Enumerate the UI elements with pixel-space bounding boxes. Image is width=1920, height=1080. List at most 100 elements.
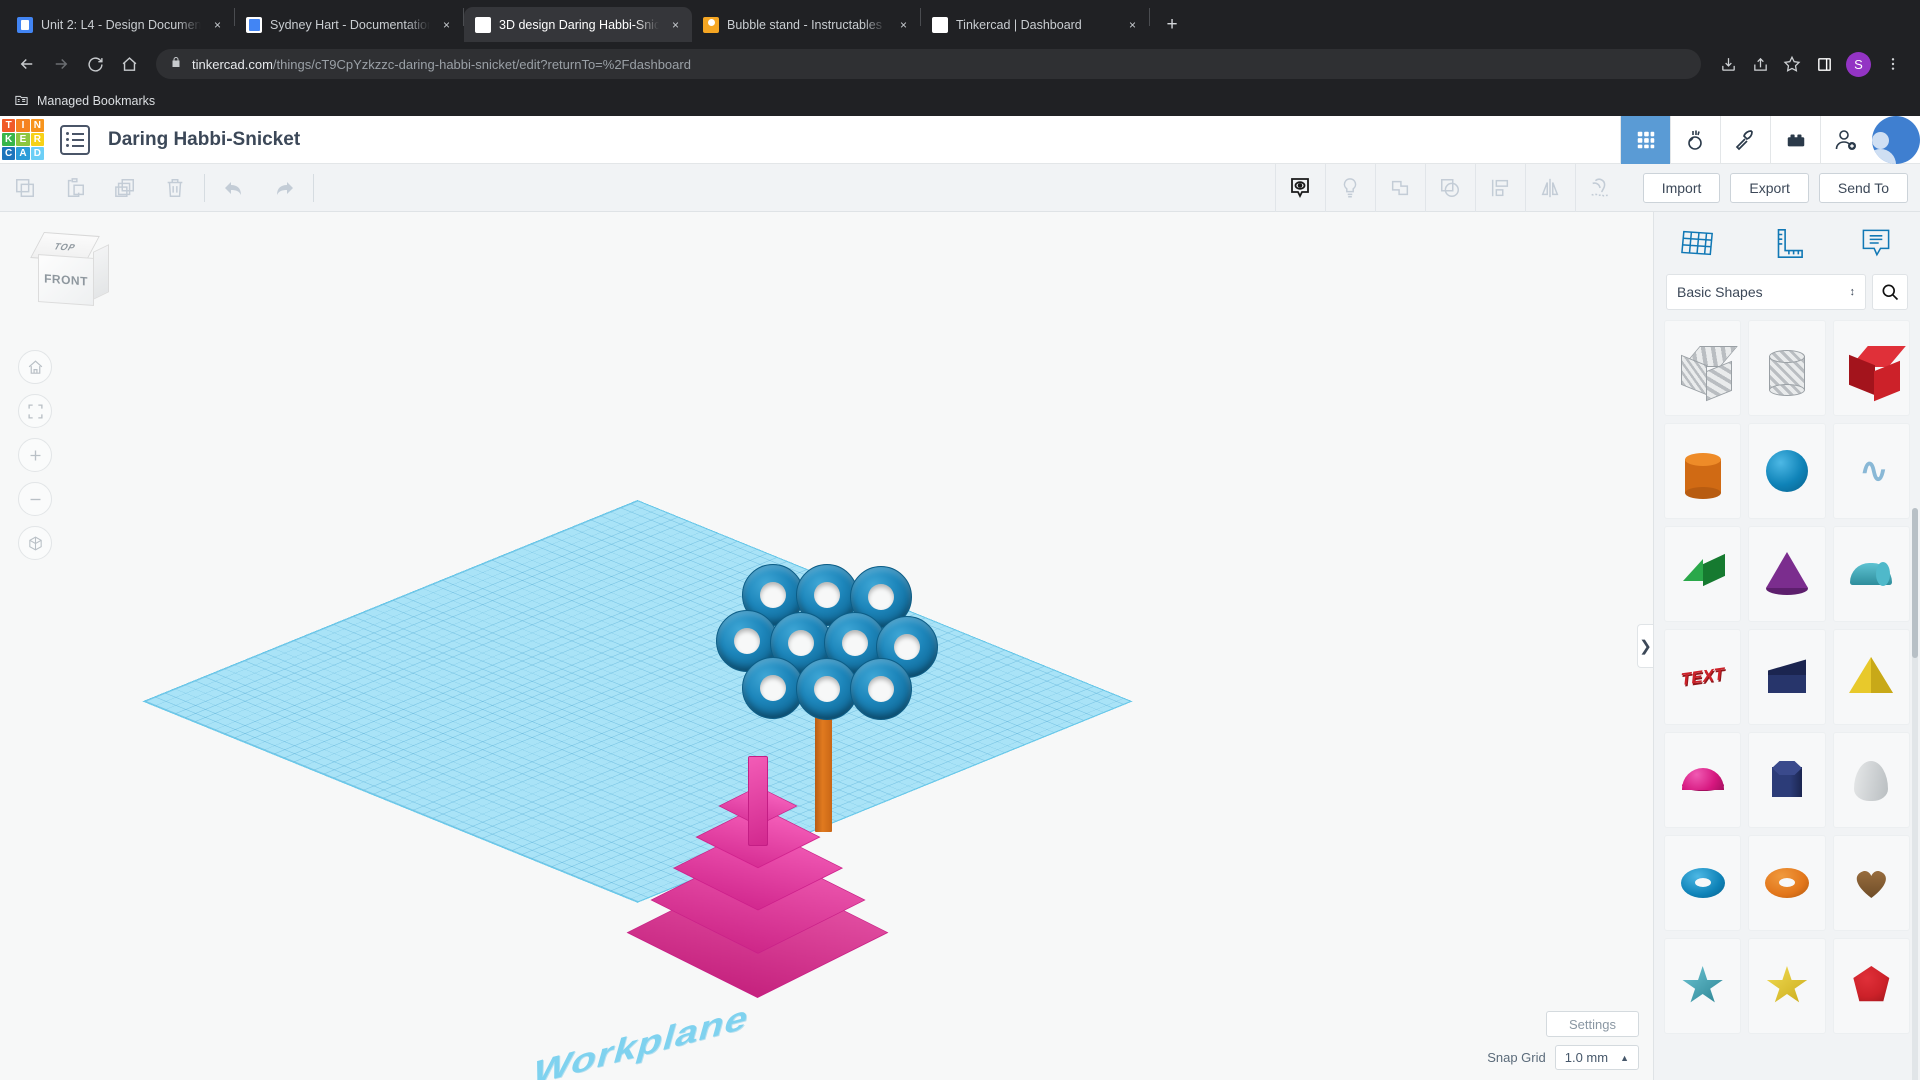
blocks-bricks-icon[interactable] [1770, 115, 1820, 164]
shape-pyramid-yellow[interactable] [1832, 629, 1910, 725]
copy-icon[interactable] [0, 164, 50, 212]
zoom-out-icon[interactable] [18, 482, 52, 516]
panel-scrollbar-thumb[interactable] [1912, 508, 1918, 658]
bookmark-star-icon[interactable] [1777, 49, 1807, 79]
settings-button[interactable]: Settings [1546, 1011, 1639, 1037]
model-base[interactable] [626, 756, 950, 998]
shape-polygon-navy[interactable] [1748, 732, 1826, 828]
invite-people-icon[interactable] [1820, 115, 1870, 164]
show-hide-icon[interactable] [1276, 164, 1325, 212]
group-icon[interactable] [1376, 164, 1425, 212]
panel-scrollbar[interactable] [1912, 508, 1918, 1080]
redo-icon[interactable] [259, 164, 309, 212]
mirror-icon[interactable] [1526, 164, 1575, 212]
paste-icon[interactable] [50, 164, 100, 212]
forward-button[interactable] [46, 49, 76, 79]
shape-box-red[interactable] [1832, 320, 1910, 416]
project-list-icon[interactable] [60, 124, 90, 155]
page-title[interactable]: Daring Habbi-Snicket [108, 129, 300, 151]
profile-avatar[interactable]: S [1846, 51, 1871, 77]
3d-design-icon[interactable] [1620, 115, 1670, 164]
send-to-button[interactable]: Send To [1818, 172, 1908, 203]
search-icon[interactable] [1872, 274, 1908, 310]
app-header: T I N K E R C A D Daring Habbi-Snicket [0, 115, 1920, 164]
view-cube-front-face[interactable]: FRONT [38, 254, 94, 306]
magnet-icon[interactable] [1576, 164, 1625, 212]
shape-tube-teal[interactable] [1832, 526, 1910, 622]
tab-close-button[interactable]: × [895, 16, 912, 33]
delete-icon[interactable] [150, 164, 200, 212]
shape-star-yellow[interactable] [1748, 938, 1826, 1034]
address-bar[interactable]: tinkercad.com/things/cT9CpYzkzzc-daring-… [156, 49, 1701, 79]
workplane-icon[interactable] [1654, 226, 1743, 260]
undo-icon[interactable] [209, 164, 259, 212]
ungroup-icon[interactable] [1426, 164, 1475, 212]
tab-close-button[interactable]: × [438, 16, 455, 33]
model-canopy[interactable] [700, 564, 940, 724]
export-button[interactable]: Export [1730, 172, 1809, 203]
shape-polyhedron-red[interactable] [1832, 938, 1910, 1034]
align-icon[interactable] [1476, 164, 1525, 212]
shape-paraboloid-gray[interactable] [1832, 732, 1910, 828]
snap-grid-row: Snap Grid 1.0 mm ▲ [1487, 1045, 1639, 1070]
note-icon[interactable] [1831, 226, 1920, 260]
shape-cylinder-orange[interactable] [1664, 423, 1742, 519]
shape-cylinder-hole[interactable] [1748, 320, 1826, 416]
scribble-glyph: ∿ [1859, 452, 1888, 490]
shape-box-hole[interactable] [1664, 320, 1742, 416]
duplicate-icon[interactable] [100, 164, 150, 212]
ruler-icon[interactable] [1743, 226, 1832, 260]
shape-torus-blue[interactable] [1664, 835, 1742, 931]
view-cube-side-face[interactable] [93, 244, 109, 300]
shape-scribble-blue[interactable]: ∿ [1832, 423, 1910, 519]
shape-slab-navy[interactable] [1748, 629, 1826, 725]
zoom-in-icon[interactable] [18, 438, 52, 472]
three-dot-menu-icon[interactable] [1878, 49, 1908, 79]
3d-canvas[interactable]: TOP FRONT Workplane Settings Snap Grid 1… [0, 212, 1653, 1080]
panel-collapse-toggle[interactable]: ❯ [1637, 624, 1653, 668]
shape-half-sphere-pink[interactable] [1664, 732, 1742, 828]
avatar[interactable] [1872, 115, 1920, 164]
fit-to-view-icon[interactable] [18, 394, 52, 428]
reload-button[interactable] [80, 49, 110, 79]
shape-heart-brown[interactable] [1832, 835, 1910, 931]
workplane-grid[interactable] [142, 500, 1133, 903]
shape-tube-orange[interactable] [1748, 835, 1826, 931]
snap-grid-select[interactable]: 1.0 mm ▲ [1554, 1045, 1639, 1070]
tab-close-button[interactable]: × [667, 16, 684, 33]
share-icon[interactable] [1745, 49, 1775, 79]
model-trunk[interactable] [815, 712, 832, 832]
browser-tab-2[interactable]: 3D design Daring Habbi-Snick × [464, 7, 692, 42]
circuits-icon[interactable] [1670, 115, 1720, 164]
back-button[interactable] [12, 49, 42, 79]
tab-close-button[interactable]: × [209, 16, 226, 33]
view-cube[interactable]: TOP FRONT [28, 231, 109, 308]
history-tools [209, 164, 309, 212]
codeblocks-icon[interactable] [1720, 115, 1770, 164]
import-button[interactable]: Import [1642, 172, 1721, 203]
home-button[interactable] [114, 49, 144, 79]
shape-sphere-blue[interactable] [1748, 423, 1826, 519]
managed-bookmarks-label[interactable]: Managed Bookmarks [37, 94, 155, 108]
browser-tab-4[interactable]: Tinkercad | Dashboard × [921, 7, 1149, 42]
new-tab-button[interactable]: + [1158, 10, 1186, 38]
side-panel-icon[interactable] [1809, 49, 1839, 79]
browser-tab-1[interactable]: Sydney Hart - Documentation × [235, 7, 463, 42]
tab-title: Bubble stand - Instructables [727, 17, 882, 32]
shape-cone-purple[interactable] [1748, 526, 1826, 622]
ortho-perspective-icon[interactable] [18, 526, 52, 560]
shape-star-teal[interactable] [1664, 938, 1742, 1034]
tinkercad-icon [475, 16, 491, 33]
shape-text-red[interactable]: TEXT [1664, 629, 1742, 725]
text-shape-label: TEXT [1679, 663, 1726, 690]
light-bulb-icon[interactable] [1326, 164, 1375, 212]
browser-tab-0[interactable]: Unit 2: L4 - Design Documenta × [6, 7, 234, 42]
home-view-icon[interactable] [18, 350, 52, 384]
tab-close-button[interactable]: × [1124, 16, 1141, 33]
tinkercad-logo[interactable]: T I N K E R C A D [2, 118, 44, 161]
url-path: /things/cT9CpYzkzzc-daring-habbi-snicket… [272, 56, 691, 72]
install-icon[interactable] [1713, 49, 1743, 79]
shape-roof-green[interactable] [1664, 526, 1742, 622]
shape-category-select[interactable]: Basic Shapes ↕ [1666, 274, 1866, 310]
browser-tab-3[interactable]: Bubble stand - Instructables × [692, 7, 920, 42]
